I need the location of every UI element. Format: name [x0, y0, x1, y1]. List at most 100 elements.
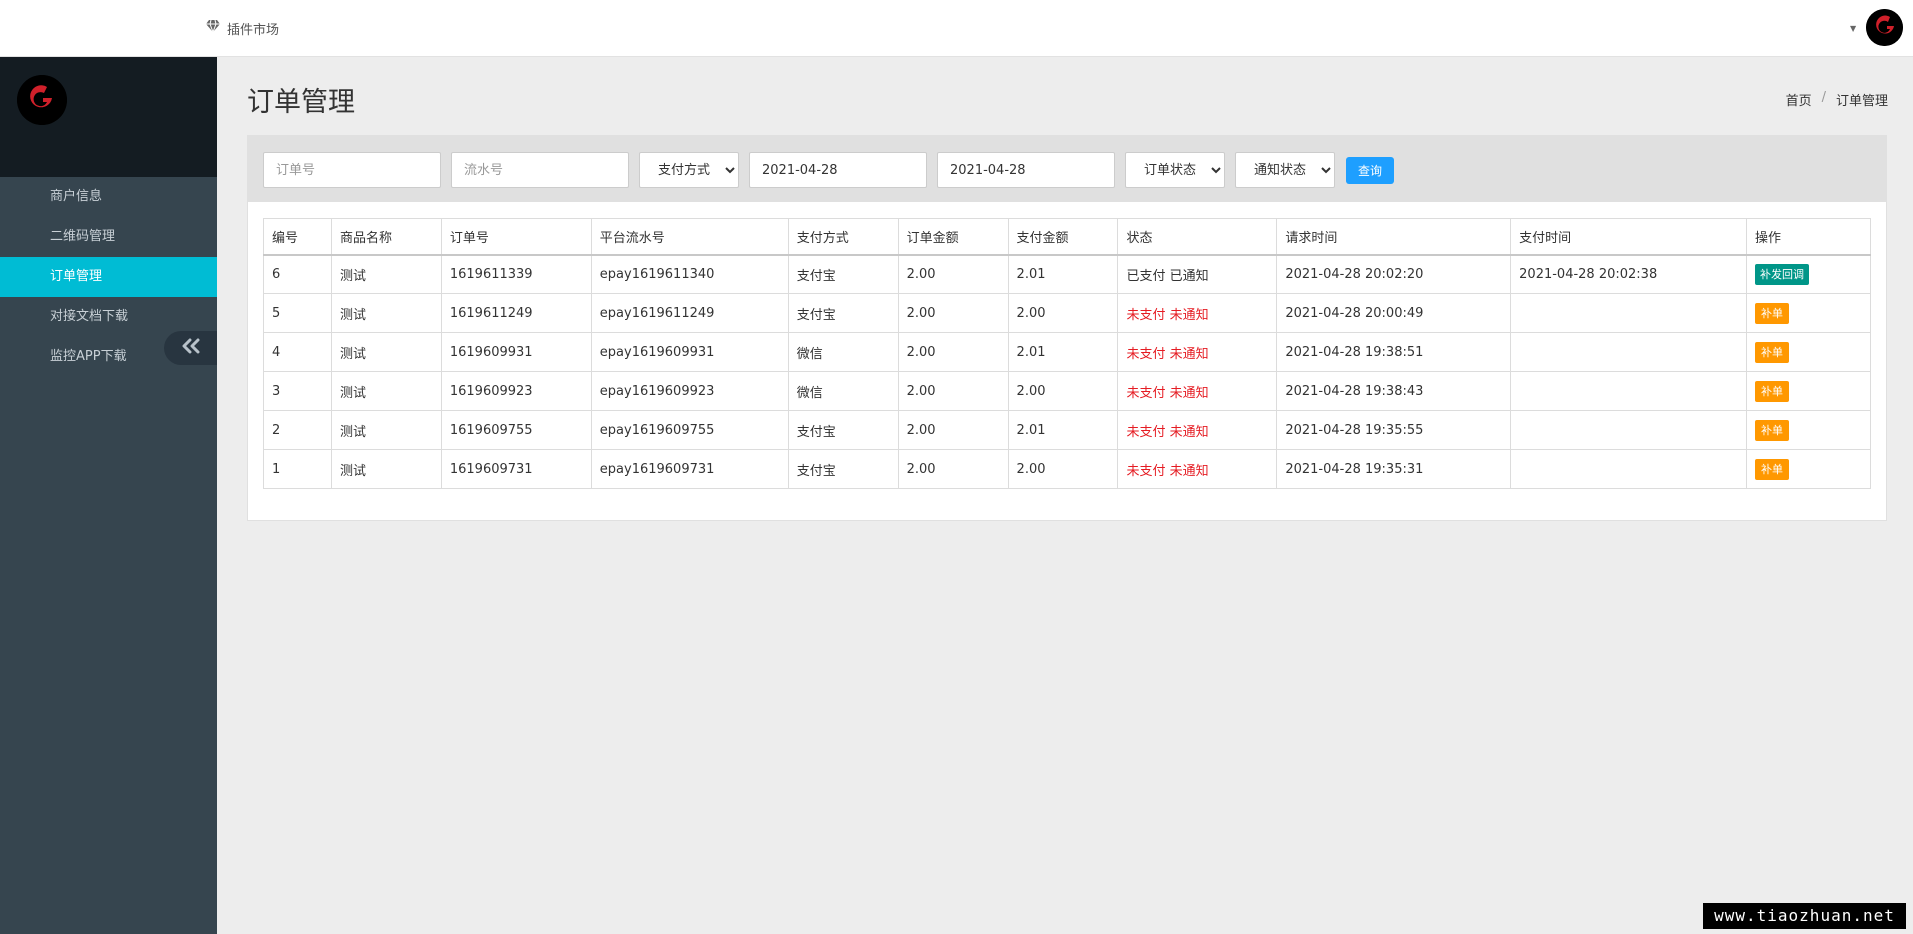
cell-amount: 2.00 [897, 253, 1009, 294]
cell-pay-time [1510, 293, 1747, 333]
sidebar-item-qrcode[interactable]: 二维码管理 [0, 217, 217, 257]
cell-order-no: 1619609755 [440, 410, 592, 450]
table-row: 6 测试 1619611339 epay1619611340 支付宝 2.00 2.01 已支… [263, 253, 1872, 294]
reissue-order-button[interactable]: 补单 [1754, 419, 1789, 441]
sidebar-logo-area [0, 57, 217, 177]
col-header-action: 操作 [1745, 218, 1872, 255]
cell-order-no: 1619611249 [440, 293, 592, 333]
sidebar-item-merchant-info[interactable]: 商户信息 [0, 177, 217, 217]
cell-method: 微信 [787, 332, 899, 372]
cell-pay-time [1510, 410, 1747, 450]
cell-paid: 2.00 [1007, 371, 1119, 411]
reissue-order-button[interactable]: 补单 [1754, 341, 1789, 363]
cell-serial: epay1619609923 [590, 371, 789, 411]
breadcrumb-separator: / [1821, 90, 1826, 105]
cell-method: 微信 [787, 371, 899, 411]
cell-serial: epay1619609731 [590, 449, 789, 489]
col-header-status: 状态 [1117, 218, 1278, 255]
plugin-market-link[interactable]: 插件市场 [205, 17, 279, 39]
notify-status-select[interactable]: 通知状态 [1235, 152, 1335, 188]
cell-action: 补单 [1745, 371, 1872, 411]
col-header-order-no: 订单号 [440, 218, 592, 255]
cell-req-time: 2021-04-28 19:38:43 [1276, 371, 1512, 411]
cell-action: 补单 [1745, 449, 1872, 489]
diamond-icon [205, 18, 221, 38]
breadcrumb-home[interactable]: 首页 [1786, 90, 1812, 109]
cell-serial: epay1619609931 [590, 332, 789, 372]
search-button[interactable]: 查询 [1346, 157, 1395, 184]
cell-product: 测试 [330, 253, 442, 294]
cell-paid: 2.00 [1007, 449, 1119, 489]
col-header-serial: 平台流水号 [590, 218, 789, 255]
cell-status: 未支付 未通知 [1117, 293, 1278, 333]
reissue-order-button[interactable]: 补单 [1754, 302, 1789, 324]
cell-status: 未支付 未通知 [1117, 410, 1278, 450]
breadcrumb: 首页 / 订单管理 [1786, 90, 1888, 109]
cell-order-no: 1619609931 [440, 332, 592, 372]
cell-status: 已支付 已通知 [1117, 253, 1278, 294]
table-row: 4 测试 1619609931 epay1619609931 微信 2.00 2.01 未支付… [263, 332, 1872, 372]
cell-order-no: 1619609923 [440, 371, 592, 411]
pay-method-select[interactable]: 支付方式 [639, 152, 739, 188]
col-header-amount: 订单金额 [897, 218, 1009, 255]
cell-product: 测试 [330, 371, 442, 411]
resend-callback-button[interactable]: 补发回调 [1754, 263, 1809, 285]
cell-req-time: 2021-04-28 19:35:31 [1276, 449, 1512, 489]
logo [17, 75, 67, 125]
col-header-paid: 支付金额 [1007, 218, 1119, 255]
cell-id: 3 [263, 371, 332, 411]
cell-serial: epay1619609755 [590, 410, 789, 450]
cell-amount: 2.00 [897, 449, 1009, 489]
sidebar-collapse-button[interactable] [164, 331, 217, 365]
cell-action: 补发回调 [1745, 253, 1872, 294]
serial-no-input[interactable] [451, 152, 629, 188]
sidebar-item-orders[interactable]: 订单管理 [0, 257, 217, 297]
cell-paid: 2.00 [1007, 293, 1119, 333]
col-header-product: 商品名称 [330, 218, 442, 255]
breadcrumb-current: 订单管理 [1835, 94, 1888, 109]
cell-id: 6 [263, 253, 332, 294]
table-row: 5 测试 1619611249 epay1619611249 支付宝 2.00 2.00 未支… [263, 293, 1872, 333]
col-header-method: 支付方式 [787, 218, 899, 255]
double-chevron-left-icon [180, 338, 202, 358]
start-date-input[interactable] [749, 152, 927, 188]
cell-product: 测试 [330, 449, 442, 489]
table-row: 3 测试 1619609923 epay1619609923 微信 2.00 2.00 未支付… [263, 371, 1872, 411]
table-row: 1 测试 1619609731 epay1619609731 支付宝 2.00 2.00 未支… [263, 449, 1872, 489]
sidebar: 商户信息 二维码管理 订单管理 对接文档下载 监控APP下载 [0, 57, 217, 934]
orders-table: 编号 商品名称 订单号 平台流水号 支付方式 订单金额 支付金额 状态 请求时间… [263, 218, 1872, 489]
cell-amount: 2.00 [897, 293, 1009, 333]
cell-action: 补单 [1745, 293, 1872, 333]
cell-paid: 2.01 [1007, 332, 1119, 372]
reissue-order-button[interactable]: 补单 [1754, 458, 1789, 480]
cell-status: 未支付 未通知 [1117, 449, 1278, 489]
cell-id: 2 [263, 410, 332, 450]
cell-order-no: 1619611339 [440, 253, 592, 294]
cell-pay-time: 2021-04-28 20:02:38 [1510, 253, 1747, 294]
end-date-input[interactable] [937, 152, 1115, 188]
cell-order-no: 1619609731 [440, 449, 592, 489]
col-header-pay-time: 支付时间 [1510, 218, 1747, 255]
cell-method: 支付宝 [787, 449, 899, 489]
cell-method: 支付宝 [787, 293, 899, 333]
orders-panel: 支付方式 订单状态 通知状态 查询 编号 商品名称 订单号 平台流水号 支付方式… [247, 135, 1887, 521]
cell-product: 测试 [330, 332, 442, 372]
table-header-row: 编号 商品名称 订单号 平台流水号 支付方式 订单金额 支付金额 状态 请求时间… [263, 218, 1872, 255]
user-avatar[interactable] [1866, 9, 1903, 46]
cell-id: 5 [263, 293, 332, 333]
cell-product: 测试 [330, 410, 442, 450]
watermark: www.tiaozhuan.net [1703, 903, 1906, 929]
cell-pay-time [1510, 449, 1747, 489]
reissue-order-button[interactable]: 补单 [1754, 380, 1789, 402]
order-status-select[interactable]: 订单状态 [1125, 152, 1225, 188]
cell-serial: epay1619611249 [590, 293, 789, 333]
user-menu-caret-icon[interactable]: ▼ [1850, 24, 1856, 33]
cell-method: 支付宝 [787, 410, 899, 450]
plugin-market-label: 插件市场 [227, 22, 280, 38]
cell-pay-time [1510, 332, 1747, 372]
cell-action: 补单 [1745, 410, 1872, 450]
order-no-input[interactable] [263, 152, 441, 188]
cell-req-time: 2021-04-28 20:00:49 [1276, 293, 1512, 333]
col-header-id: 编号 [263, 218, 332, 255]
cell-pay-time [1510, 371, 1747, 411]
